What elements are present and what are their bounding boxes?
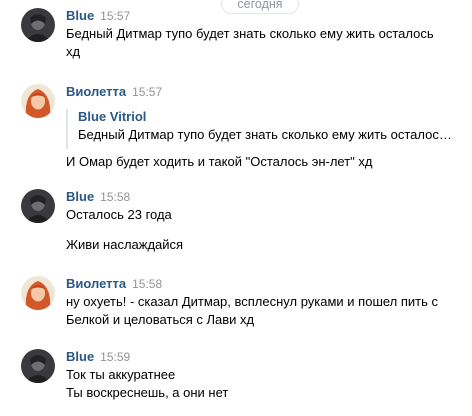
message-time[interactable]: 15:59 [100,350,130,364]
quote-author[interactable]: Blue Vitriol [78,109,146,125]
author-name[interactable]: Виолетта [66,84,126,99]
avatar[interactable] [21,84,55,118]
forwarded-message[interactable]: Blue Vitriol Бедный Дитмар тупо будет зн… [66,109,458,149]
author-name[interactable]: Blue [66,189,94,204]
message-time[interactable]: 15:57 [132,85,162,99]
message-text: Бедный Дитмар тупо будет знать сколько е… [66,26,434,41]
quote-text: Бедный Дитмар тупо будет знать сколько е… [78,127,456,142]
message-text: И Омар будет ходить и такой "Осталось эн… [66,154,373,169]
message-text: хд [66,44,81,59]
message-time[interactable]: 15:57 [100,9,130,23]
date-label: сегодня [221,0,299,14]
avatar[interactable] [21,8,55,42]
message-text: Ты воскреснешь, а они нет [66,385,229,400]
author-name[interactable]: Виолетта [66,276,126,291]
message-time[interactable]: 15:58 [100,190,130,204]
message-text: Осталось 23 года [66,207,172,222]
message-time[interactable]: 15:58 [132,277,162,291]
message-text: Ток ты аккуратнее [66,367,176,382]
message-text: Белкой и целоваться с Лави хд [66,312,255,327]
avatar[interactable] [21,189,55,223]
message-text: ну охуеть! - сказал Дитмар, всплеснул ру… [66,294,439,309]
avatar[interactable] [21,349,55,383]
avatar[interactable] [21,276,55,310]
author-name[interactable]: Blue [66,8,94,23]
message-text: Живи наслаждайся [66,237,184,252]
author-name[interactable]: Blue [66,349,94,364]
